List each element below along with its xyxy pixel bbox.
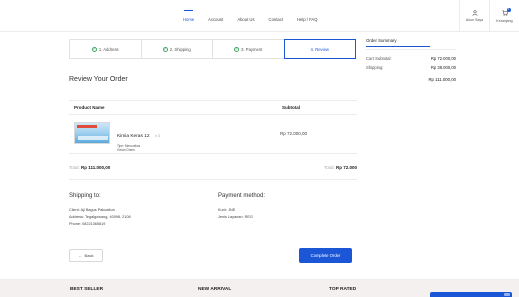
step-label: 4. Review [310, 46, 329, 52]
cart-icon-wrap: 1 [501, 7, 511, 17]
payment-title: Payment method: [218, 193, 266, 199]
step-payment[interactable]: ✓ 3. Payment [213, 40, 285, 58]
summary-row-shipping: Shipping: Rp 39.000,00 [366, 65, 456, 70]
footer-top-rated[interactable]: TOP RATED [329, 287, 356, 292]
product-qty: x 3 [154, 134, 160, 138]
product-name[interactable]: Kimia Keras 12 [117, 134, 150, 139]
product-subtotal: Rp 72.000,00 [280, 131, 308, 136]
order-table: Product Name Subtotal Kimia Keras 12 x 3… [69, 100, 357, 154]
shipping-address: Address: Tegalgowang, 40098, 2108 [69, 215, 131, 219]
arrow-left-icon: ← [78, 253, 83, 258]
cart-count-badge: 1 [506, 7, 511, 12]
check-icon: ✓ [162, 46, 168, 52]
product-meta: Tipe: Menunikos Gelan Dhers [117, 144, 141, 152]
table-header: Product Name Subtotal [69, 100, 357, 115]
payment-service: Jenis Layanan: REG [218, 215, 253, 219]
order-totals: Total: Rp 111.000,00 Total: Rp 72.000 [69, 165, 357, 170]
summary-title: Order Summary [366, 38, 430, 47]
product-info: Kimia Keras 12 x 3 Tipe: Menunikos Gelan… [117, 124, 160, 152]
step-shipping[interactable]: ✓ 2. Shipping [142, 40, 213, 58]
checkout-steps: ✓ 1. Address ✓ 2. Shipping ✓ 3. Payment … [69, 39, 356, 59]
nav-home[interactable]: Home [183, 10, 194, 22]
check-icon: ✓ [234, 46, 240, 52]
col-subtotal: Subtotal [282, 105, 300, 110]
account-label: Akun Saya [465, 18, 484, 22]
footer-best-seller[interactable]: BEST SELLER [70, 287, 103, 292]
account-button[interactable]: Akun Saya [459, 0, 489, 32]
shipping-client: Client: Ajl Bagus Pakuattun [69, 208, 115, 212]
table-row: Kimia Keras 12 x 3 Tipe: Menunikos Gelan… [69, 115, 357, 154]
step-label: 1. Address [98, 46, 119, 52]
nav-help[interactable]: Help / FAQ [297, 17, 317, 22]
nav-contact[interactable]: Contact [269, 17, 283, 22]
main-nav: Home Account About Us Contact Help / FAQ [183, 10, 331, 22]
footer-new-arrival[interactable]: NEW ARRIVAL [198, 287, 231, 292]
product-image[interactable] [74, 122, 110, 144]
cart-label: Keranjang [496, 18, 513, 23]
summary-row-subtotal: Cart Subtotal: Rp 72.000,00 [366, 56, 456, 61]
shipping-title: Shipping to: [69, 193, 101, 199]
order-summary: Order Summary Cart Subtotal: Rp 72.000,0… [366, 38, 456, 82]
payment-kurir: Kurir: JNE [218, 208, 236, 212]
complete-order-button[interactable]: Complete Order [299, 248, 352, 263]
step-label: 2. Shipping [169, 46, 191, 52]
col-product-name: Product Name [74, 105, 105, 110]
page-title: Review Your Order [69, 76, 128, 83]
check-icon: ✓ [91, 46, 97, 52]
nav-about[interactable]: About Us [237, 17, 254, 22]
summary-total: Rp 111.000,00 [428, 77, 456, 82]
nav-account[interactable]: Account [208, 17, 223, 22]
shipping-phone: Phone: 08221365819 [69, 222, 106, 226]
summary-divider [366, 49, 456, 50]
cart-button[interactable]: 1 Keranjang [489, 0, 519, 32]
user-icon [472, 10, 477, 16]
totals-divider [69, 179, 357, 180]
total-right: Total: Rp 72.000 [323, 165, 357, 170]
back-button[interactable]: ← Back [69, 249, 103, 262]
site-header: Home Account About Us Contact Help / FAQ… [0, 0, 519, 32]
step-review[interactable]: 4. Review [283, 39, 356, 59]
step-label: 3. Payment [241, 46, 263, 52]
total-left: Total: Rp 111.000,00 [69, 165, 111, 170]
header-actions: Akun Saya 1 Keranjang [459, 0, 519, 32]
step-address[interactable]: ✓ 1. Address [70, 40, 142, 58]
chat-widget-tab[interactable] [430, 292, 512, 297]
